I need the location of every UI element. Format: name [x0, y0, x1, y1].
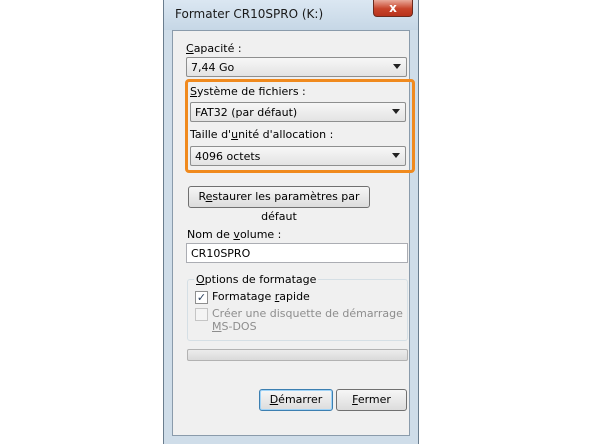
- msdos-disk-checkbox[interactable]: [195, 308, 208, 321]
- msdos-disk-label: Créer une disquette de démarrage MS-DOS: [212, 307, 403, 333]
- close-button[interactable]: Fermer: [336, 389, 407, 411]
- quick-format-checkbox[interactable]: ✓: [195, 291, 208, 304]
- close-icon: x: [389, 1, 397, 15]
- capacity-label: Capacité :: [186, 42, 242, 55]
- allocation-value: 4096 octets: [195, 150, 261, 163]
- chevron-down-icon: [392, 153, 400, 158]
- capacity-select[interactable]: 7,44 Go: [186, 57, 407, 77]
- window-title: Formater CR10SPRO (K:): [175, 7, 324, 21]
- filesystem-label: Système de fichiers :: [190, 85, 306, 98]
- chevron-down-icon: [393, 64, 401, 69]
- filesystem-value: FAT32 (par défaut): [195, 106, 298, 119]
- close-window-button[interactable]: x: [373, 0, 413, 17]
- checkmark-icon: ✓: [196, 291, 207, 304]
- allocation-label: Taille d'unité d'allocation :: [190, 128, 334, 141]
- filesystem-select[interactable]: FAT32 (par défaut): [190, 102, 406, 122]
- format-options-title: Options de formatage: [194, 273, 319, 286]
- format-dialog: Formater CR10SPRO (K:) x Capacité : 7,44…: [163, 0, 419, 444]
- capacity-value: 7,44 Go: [191, 61, 235, 74]
- quick-format-label: Formatage rapide: [212, 290, 310, 303]
- volume-label: Nom de volume :: [187, 228, 282, 241]
- chevron-down-icon: [392, 109, 400, 114]
- restore-defaults-button[interactable]: Restaurer les paramètres par défaut: [188, 186, 370, 223]
- allocation-select[interactable]: 4096 octets: [190, 146, 406, 166]
- volume-name-field[interactable]: [187, 244, 407, 262]
- format-progress-bar: [187, 349, 408, 361]
- start-button[interactable]: Démarrer: [259, 389, 333, 411]
- format-options-group: Options de formatage ✓ Formatage rapide …: [187, 273, 408, 341]
- volume-name-input[interactable]: [186, 243, 408, 263]
- dialog-body: Capacité : 7,44 Go Système de fichiers :…: [172, 30, 415, 436]
- title-bar[interactable]: Formater CR10SPRO (K:) x: [164, 0, 418, 30]
